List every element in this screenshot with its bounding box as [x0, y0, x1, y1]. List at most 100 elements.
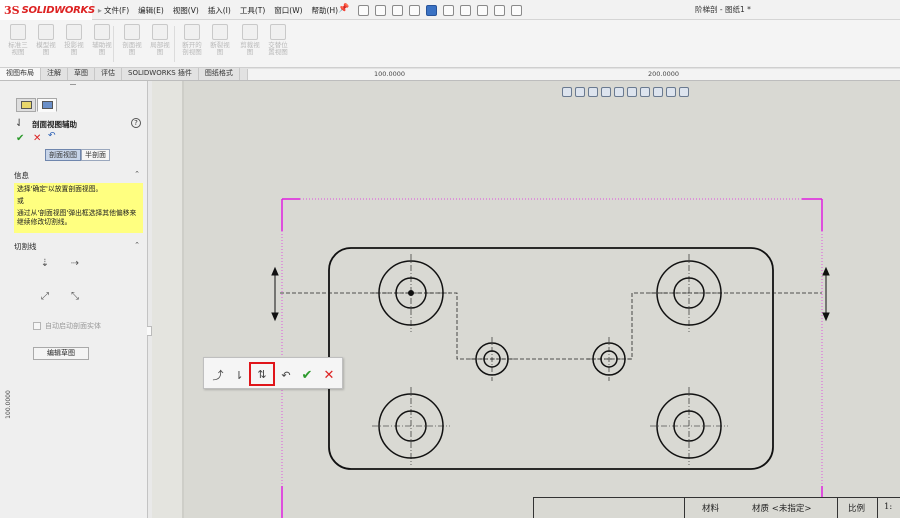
undo-icon[interactable]: ↶ — [48, 131, 56, 141]
point-offset-icon[interactable]: ⇅ — [249, 362, 275, 386]
menu-item[interactable]: 编辑(E) — [138, 5, 164, 16]
command-button[interactable]: 标准三 视图 — [4, 24, 32, 56]
panel-grip[interactable] — [70, 84, 76, 87]
command-button[interactable]: 剪裁视图 — [236, 24, 264, 56]
command-tab[interactable]: 图纸格式 — [199, 68, 240, 80]
command-label: 图 — [246, 48, 254, 56]
command-button[interactable]: 模型视图 — [32, 24, 60, 56]
section-cut-line[interactable] — [280, 292, 822, 360]
command-button[interactable]: 断裂视图 — [206, 24, 234, 56]
tab-property-manager[interactable] — [37, 98, 57, 112]
tab-feature-manager[interactable] — [16, 98, 36, 112]
section-arrow-right[interactable] — [822, 266, 830, 322]
section-view-icon: ⇃ — [15, 118, 24, 129]
print-icon[interactable] — [426, 4, 437, 16]
command-tab[interactable]: 草图 — [68, 68, 95, 80]
single-offset-icon[interactable]: ⇂ — [229, 365, 249, 385]
cutline-header-label: 切割线 — [14, 242, 37, 251]
panel-title: 剖面视图辅助 — [32, 120, 77, 129]
info-line: 或 — [17, 197, 24, 205]
section-view-tab[interactable]: 剖面视图 — [45, 149, 81, 161]
file-properties-icon[interactable] — [494, 4, 505, 16]
info-group-header[interactable]: 信息 ⌃ — [14, 170, 142, 181]
hole-middle-right[interactable] — [587, 337, 631, 381]
open-file-icon[interactable] — [392, 4, 403, 16]
cancel-button[interactable]: ✕ — [319, 365, 339, 385]
options-gear-icon[interactable] — [511, 4, 522, 16]
ok-button[interactable]: ✔ — [16, 133, 24, 144]
hide-show-icon[interactable] — [653, 87, 663, 97]
display-style-icon[interactable] — [640, 87, 650, 97]
hole-top-left[interactable] — [372, 254, 450, 332]
help-icon[interactable]: ? — [131, 118, 141, 128]
zoom-to-area-icon[interactable] — [575, 87, 585, 97]
appearance-icon[interactable] — [666, 87, 676, 97]
command-tab[interactable]: SOLIDWORKS 插件 — [122, 68, 199, 80]
toolbar-separator — [113, 26, 114, 62]
horizontal-cutline-icon[interactable]: ⇢ — [66, 256, 84, 272]
ok-button[interactable]: ✔ — [297, 365, 317, 385]
aligned-cutline-icon[interactable]: ⤡ — [66, 289, 84, 305]
command-tab[interactable]: 视图布局 — [0, 68, 41, 80]
menu-item[interactable]: 工具(T) — [240, 5, 265, 16]
undo-icon[interactable] — [443, 4, 454, 16]
section-arrow-left[interactable] — [271, 266, 279, 322]
menu-item[interactable]: 视图(V) — [173, 5, 199, 16]
view-orientation-icon[interactable] — [627, 87, 637, 97]
edit-sketch-button[interactable]: 编辑草图 — [33, 347, 89, 360]
menu-item[interactable]: 窗口(W) — [274, 5, 302, 16]
command-manager: 标准三 视图 模型视图投影视图辅助视图剖面视图局部视图断开的 剖视图 断裂视图剪裁视图交… — [0, 20, 900, 68]
app-logo[interactable]: 3S SOLIDWORKS ▸ — [0, 0, 102, 20]
scale-label: 比例 — [848, 504, 866, 514]
command-button[interactable]: 断开的 剖视图 — [178, 24, 206, 56]
auxiliary-cutline-icon[interactable]: ⤢ — [36, 289, 54, 305]
command-button[interactable]: 交替位 置视图 — [264, 24, 292, 56]
select-icon[interactable] — [460, 4, 471, 16]
command-label: 图 — [156, 48, 164, 56]
zoom-to-fit-icon[interactable] — [562, 87, 572, 97]
hole-top-right[interactable] — [650, 254, 728, 332]
hole-bottom-left[interactable] — [372, 387, 450, 465]
scene-icon[interactable] — [679, 87, 689, 97]
auto-start-label: 自动启动剖面实体 — [45, 322, 101, 330]
command-button[interactable]: 局部视图 — [146, 24, 174, 56]
half-section-tab[interactable]: 半剖面 — [81, 149, 110, 161]
checkbox-box[interactable] — [33, 322, 41, 330]
info-header-label: 信息 — [14, 171, 29, 180]
vertical-cutline-icon[interactable]: ⇣ — [36, 256, 54, 272]
pan-icon[interactable] — [601, 87, 611, 97]
auto-start-checkbox[interactable]: 自动启动剖面实体 — [33, 321, 101, 331]
command-tab[interactable]: 评估 — [95, 68, 122, 80]
command-tab[interactable]: 注解 — [41, 68, 68, 80]
rotate-view-icon[interactable] — [614, 87, 624, 97]
chevron-right-icon[interactable]: ▸ — [98, 6, 102, 15]
save-icon[interactable] — [409, 4, 420, 16]
command-label: 图 — [70, 48, 78, 56]
chevron-up-icon[interactable]: ⌃ — [134, 241, 140, 249]
rebuild-icon[interactable] — [477, 4, 488, 16]
graphics-area[interactable] — [152, 81, 900, 518]
new-file-icon[interactable] — [375, 4, 386, 16]
pin-icon[interactable]: 📌 — [338, 4, 349, 14]
cancel-button[interactable]: ✕ — [33, 133, 41, 144]
menu-item[interactable]: 文件(F) — [104, 5, 129, 16]
cutline-group-header[interactable]: 切割线 ⌃ — [14, 241, 142, 252]
arc-offset-icon[interactable]: ⤴ — [208, 365, 228, 385]
drawing-sheet[interactable] — [152, 81, 900, 518]
command-button[interactable]: 辅助视图 — [88, 24, 116, 56]
hole-middle-left[interactable] — [470, 337, 514, 381]
chevron-up-icon[interactable]: ⌃ — [134, 170, 140, 178]
plate-outline[interactable] — [328, 247, 774, 470]
menu-item[interactable]: 插入(I) — [208, 5, 231, 16]
ruler-label: 100.0000 — [4, 390, 12, 419]
previous-view-icon[interactable] — [588, 87, 598, 97]
home-icon[interactable] — [358, 4, 369, 16]
hole-bottom-right[interactable] — [650, 387, 728, 465]
command-button[interactable]: 投影视图 — [60, 24, 88, 56]
menu-item[interactable]: 帮助(H) — [312, 5, 339, 16]
undo-icon[interactable]: ↶ — [276, 365, 296, 385]
sheet-boundary — [281, 198, 823, 518]
command-button[interactable]: 剖面视图 — [118, 24, 146, 56]
document-title: 阶梯剖 - 图纸1 * — [695, 5, 751, 14]
info-line: 通过从'剖面视图'弹出框选择其他偏移来继续修改切割线。 — [17, 209, 137, 226]
